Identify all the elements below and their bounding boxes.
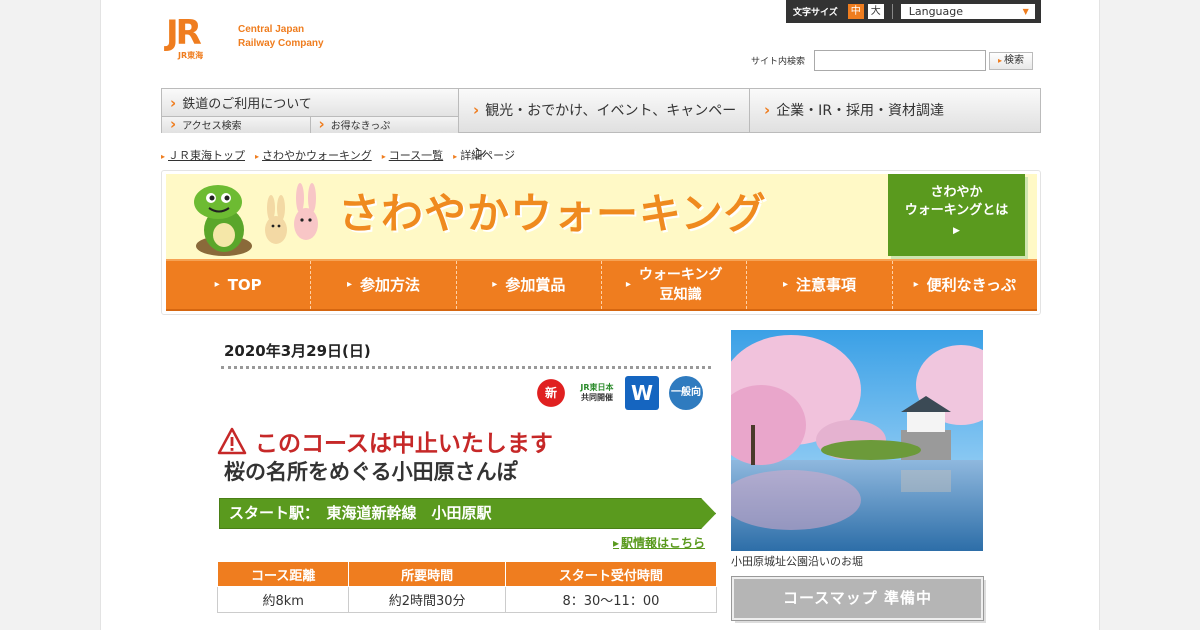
photo-caption: 小田原城址公園沿いのお堀 [731,555,863,568]
subnav-top-label: TOP [227,276,262,294]
subnav-how-to-join[interactable]: 参加方法 [311,261,457,309]
value-distance: 約8km [216,586,350,613]
about-line1: さわやか [930,185,983,200]
font-size-large-button[interactable]: 大 [867,4,884,19]
odawara-castle-photo [731,330,983,551]
value-start-time: 8：30～11：00 [504,586,718,613]
w-stamp-badge: W [625,376,659,410]
header-duration: 所要時間 [348,561,506,587]
course-info-table: コース距離 所要時間 スタート受付時間 約8km 約2時間30分 8：30～11… [216,561,718,613]
language-select[interactable]: Language ▼ [900,4,1035,19]
divider [891,4,893,19]
table-row: 約8km 約2時間30分 8：30～11：00 [216,586,718,613]
subnav-prizes[interactable]: 参加賞品 [457,261,602,309]
start-station-bar: スタート駅： 東海道新幹線 小田原駅 [219,498,716,529]
cancel-notice-text: このコースは中止いたします [255,431,553,457]
subnav-walking-tips-label: ウォーキング 豆知識 [638,267,723,303]
logo-sub: JR東海 [178,51,204,60]
table-header-row: コース距離 所要時間 スタート受付時間 [216,561,718,587]
station-info-link[interactable]: 駅情報はこちら [613,534,705,551]
subnav-top[interactable]: TOP [166,261,312,309]
gnav-railway[interactable]: 鉄道のご利用について [162,89,458,117]
gnav-access-search[interactable]: アクセス検索 [162,117,310,133]
walking-banner: さわやかウォーキング さわやか ウォーキングとは ▶ TOP 参加方法 参加賞品… [161,170,1041,315]
w-stamp-label: W [630,381,654,405]
subnav-prizes-label: 参加賞品 [505,276,566,294]
subnav-notes[interactable]: 注意事項 [747,261,893,309]
gnav-tourism[interactable]: 観光・おでかけ、イベント、キャンペーン [459,89,749,162]
banner-title: さわやかウォーキング [338,189,767,238]
jr-east-joint-badge: JR東日本 共同開催 [579,376,615,410]
logo-mark: JR [166,13,202,53]
utility-bar: 文字サイズ 中 大 Language ▼ [786,0,1041,23]
warning-icon [217,427,247,455]
dotted-divider [221,366,711,369]
subnav-notes-label: 注意事項 [795,276,856,294]
company-name: Central Japan Railway Company [238,24,324,49]
search-input[interactable] [814,50,987,71]
page-container: JR JR東海 Central Japan Railway Company 文字… [100,0,1100,630]
gnav-subrow: アクセス検索 お得なきっぷ [162,117,458,133]
subnav-walking-tips[interactable]: ウォーキング 豆知識 [602,261,748,309]
header-start-time: スタート受付時間 [504,561,718,587]
course-title: 桜の名所をめぐる小田原さんぽ [224,460,518,484]
walking-subnav: TOP 参加方法 参加賞品 ウォーキング 豆知識 注意事項 便利なきっぷ [166,259,1037,311]
general-badge-label: 一般向 [671,387,701,398]
general-badge: 一般向 [669,376,703,410]
language-select-label: Language [908,5,964,18]
play-arrow-icon: ▶ [953,226,960,236]
subnav-how-to-join-label: 参加方法 [360,276,421,294]
jr-east-label: JR東日本 [580,383,614,392]
new-course-badge: 新 [533,376,569,410]
font-size-label: 文字サイズ [793,8,838,18]
banner-header: さわやかウォーキング さわやか ウォーキングとは ▶ [166,174,1037,259]
gnav-corporate[interactable]: 企業・IR・採用・資材調達 [749,89,1040,132]
new-badge-label: 新 [544,386,557,400]
breadcrumb-current: 詳細ページ [453,147,515,163]
gnav-railway-group: 鉄道のご利用について アクセス検索 お得なきっぷ [162,89,459,133]
jr-central-logo[interactable]: JR JR東海 Central Japan Railway Company [166,16,366,66]
breadcrumb-walking[interactable]: さわやかウォーキング [255,147,372,163]
course-map-button[interactable]: コースマップ 準備中 [731,576,984,621]
search-button[interactable]: 検索 [989,51,1034,70]
cancel-notice: このコースは中止いたします [217,424,553,458]
gnav-bargain-tickets[interactable]: お得なきっぷ [309,117,458,133]
breadcrumb-course-list[interactable]: コース一覧 [382,147,443,163]
global-nav: 鉄道のご利用について アクセス検索 お得なきっぷ 観光・おでかけ、イベント、キャ… [161,88,1041,162]
course-badges: 新 JR東日本 共同開催 W 一般向 [533,376,703,410]
about-line2: ウォーキングとは [904,203,1009,218]
search-label: サイト内検索 [751,57,806,67]
value-duration: 約2時間30分 [348,586,506,613]
header-distance: コース距離 [216,561,350,587]
event-date: 2020年3月29日(日) [224,342,371,360]
subnav-tickets-label: 便利なきっぷ [926,276,1017,294]
subnav-tickets[interactable]: 便利なきっぷ [893,261,1037,309]
about-walking-button[interactable]: さわやか ウォーキングとは ▶ [888,174,1025,256]
breadcrumb-jr-top[interactable]: ＪＲ東海トップ [161,147,245,163]
jr-east-sub-label: 共同開催 [580,393,613,402]
mascot-illustration [194,183,318,256]
chevron-down-icon: ▼ [1022,7,1029,16]
site-search: サイト内検索 検索 [751,50,1034,71]
font-size-medium-button[interactable]: 中 [847,4,864,19]
breadcrumb: ＪＲ東海トップ さわやかウォーキング コース一覧 詳細ページ [161,147,515,163]
